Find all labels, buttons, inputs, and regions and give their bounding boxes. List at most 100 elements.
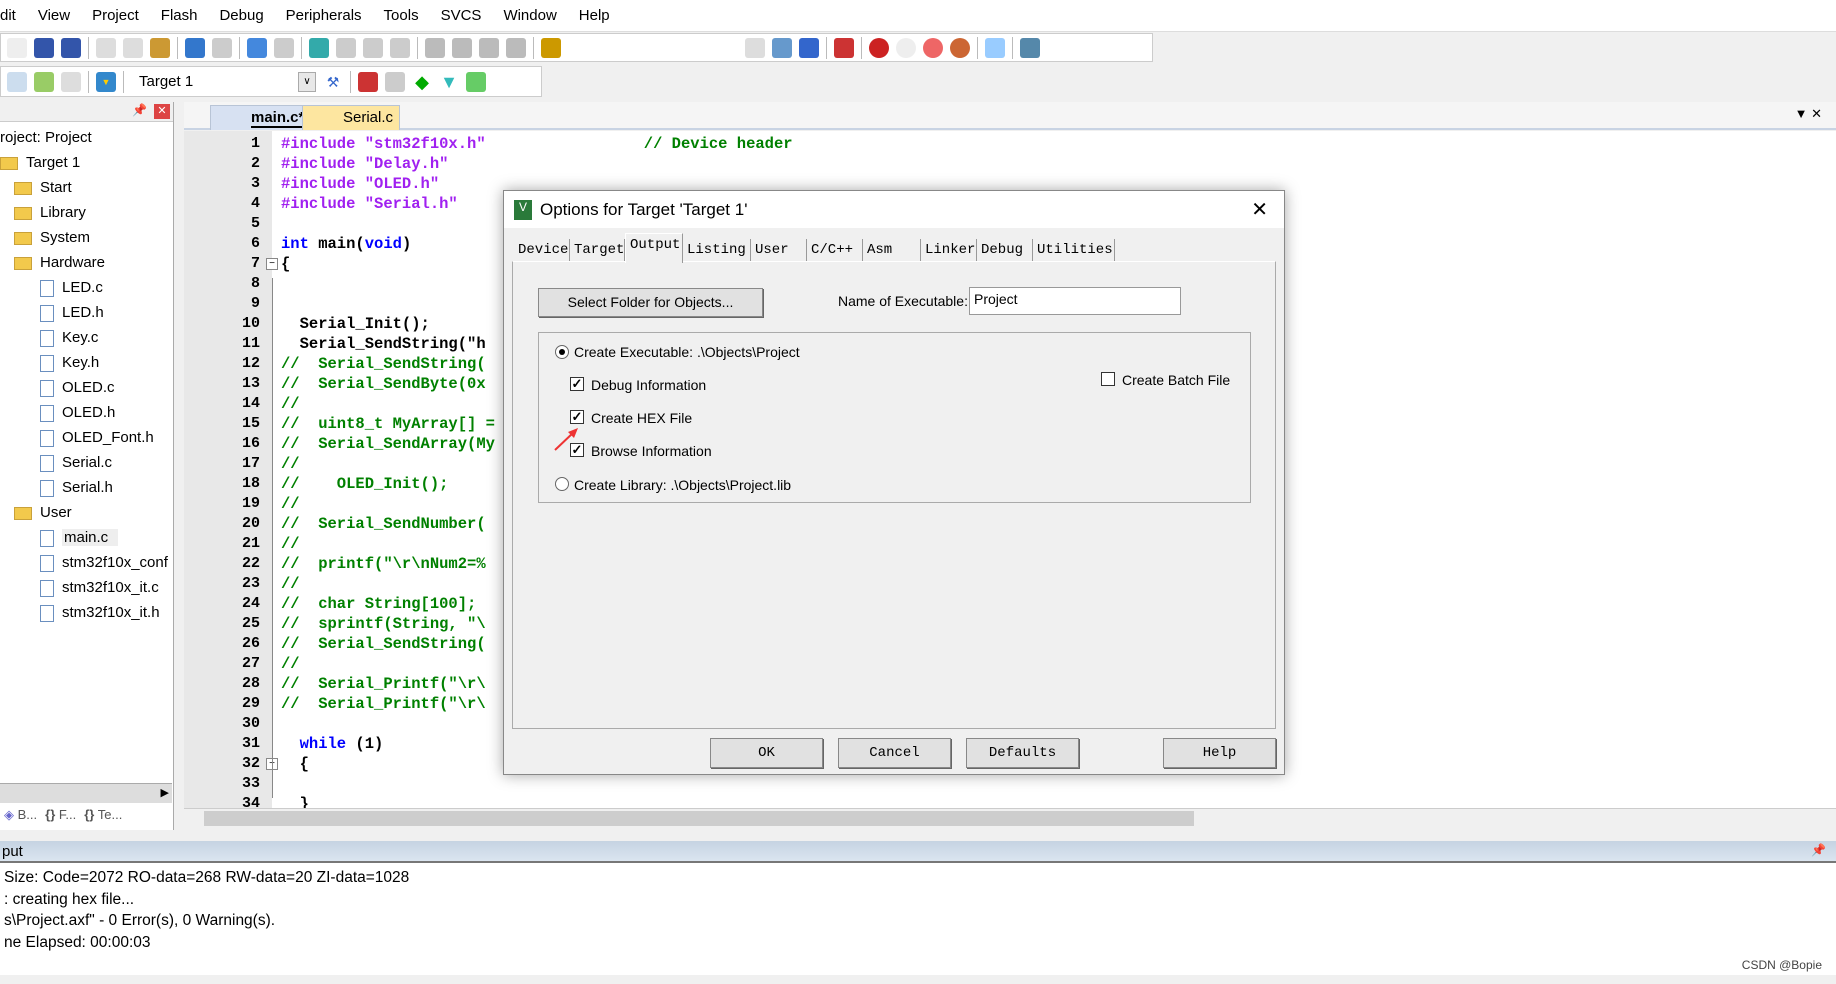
disable-breakpoint-icon[interactable] [896, 37, 916, 58]
menu-debug[interactable]: Debug [208, 7, 274, 24]
unindent-icon[interactable] [452, 37, 472, 58]
target-select[interactable]: Target 1 ∨ [131, 70, 316, 94]
breakpoint-icon[interactable] [869, 37, 889, 58]
dialog-tab-device[interactable]: Device [514, 239, 570, 262]
tree-item[interactable]: OLED.c [40, 379, 115, 397]
create-hex-checkbox[interactable]: ✓ [570, 410, 584, 424]
menu-help[interactable]: Help [568, 7, 621, 24]
redo-icon[interactable] [212, 37, 232, 58]
menu-flash[interactable]: Flash [150, 7, 209, 24]
menu-window[interactable]: Window [492, 7, 567, 24]
select-folder-button[interactable]: Select Folder for Objects... [538, 288, 763, 317]
tab-list-dropdown-icon[interactable]: ▼ ✕ [1795, 106, 1822, 122]
dialog-tab-output[interactable]: Output [625, 233, 683, 263]
chevron-down-icon[interactable]: ∨ [298, 71, 316, 92]
new-file-icon[interactable] [7, 37, 27, 58]
functions-tab[interactable]: {} F... [45, 807, 76, 830]
tree-item[interactable]: Hardware [14, 254, 105, 271]
debug-information-checkbox[interactable]: ✓ [570, 377, 584, 391]
tree-item[interactable]: stm32f10x_it.c [40, 579, 159, 597]
dialog-tab-user[interactable]: User [751, 239, 807, 262]
pin-icon[interactable]: 📌 [1811, 843, 1826, 857]
name-executable-input[interactable]: Project [969, 287, 1181, 315]
tree-item[interactable]: OLED.h [40, 404, 115, 422]
dialog-tab-asm[interactable]: Asm [863, 239, 921, 262]
undo-icon[interactable] [185, 37, 205, 58]
tree-item[interactable]: System [14, 229, 90, 246]
books-tab[interactable]: ◈ B... [4, 807, 37, 830]
software-packs-icon[interactable] [466, 71, 486, 92]
tab-serial-c[interactable]: Serial.c [302, 105, 400, 130]
window-layout-icon[interactable] [985, 37, 1005, 58]
menu-svcs[interactable]: SVCS [430, 7, 493, 24]
tree-item[interactable]: LED.c [40, 279, 103, 297]
build-icon[interactable] [34, 71, 54, 92]
find-select-icon[interactable] [745, 37, 765, 58]
rte-icon[interactable]: ▼ [439, 72, 459, 92]
load-icon[interactable]: ▼ [96, 71, 116, 92]
options-wand-icon[interactable]: ⚒ [323, 72, 343, 92]
configure-icon[interactable] [1020, 37, 1040, 58]
dialog-close-button[interactable]: ✕ [1251, 197, 1268, 222]
dialog-tab-cc[interactable]: C/C++ [807, 239, 863, 262]
tree-item[interactable]: Start [14, 179, 72, 196]
paste-icon[interactable] [150, 37, 170, 58]
menu-peripherals[interactable]: Peripherals [275, 7, 373, 24]
next-bookmark-icon[interactable] [363, 37, 383, 58]
tree-item[interactable]: Serial.h [40, 479, 113, 497]
tree-item[interactable]: Target 1 [0, 154, 80, 171]
ok-button[interactable]: OK [710, 738, 823, 768]
tree-item[interactable]: Serial.c [40, 454, 112, 472]
menu-project[interactable]: Project [81, 7, 150, 24]
tree-item[interactable]: stm32f10x_it.h [40, 604, 160, 622]
uncomment-icon[interactable] [506, 37, 526, 58]
debug-session-icon[interactable] [834, 37, 854, 58]
tree-item[interactable]: stm32f10x_conf [40, 554, 168, 572]
cancel-button[interactable]: Cancel [838, 738, 951, 768]
create-executable-radio[interactable] [555, 345, 569, 359]
tree-item[interactable]: LED.h [40, 304, 104, 322]
templates-tab[interactable]: {} Te... [84, 807, 122, 830]
menu-tools[interactable]: Tools [373, 7, 430, 24]
help-button[interactable]: Help [1163, 738, 1276, 768]
defaults-button[interactable]: Defaults [966, 738, 1079, 768]
dialog-tab-debug[interactable]: Debug [977, 239, 1033, 262]
create-library-radio[interactable] [555, 477, 569, 491]
incremental-find-icon[interactable] [772, 37, 792, 58]
tree-horizontal-scrollbar[interactable]: ▶ [0, 783, 172, 803]
menu-view[interactable]: View [27, 7, 81, 24]
scrollbar-thumb[interactable] [204, 811, 1194, 826]
nav-forward-icon[interactable] [274, 37, 294, 58]
tab-main-c[interactable]: main.c* [210, 105, 312, 130]
select-packs-icon[interactable] [385, 71, 405, 92]
batch-build-icon[interactable] [61, 71, 81, 92]
clear-bookmarks-icon[interactable] [390, 37, 410, 58]
close-icon[interactable]: ✕ [154, 104, 170, 119]
tree-item[interactable]: roject: Project [0, 129, 92, 146]
editor-horizontal-scrollbar[interactable] [184, 808, 1836, 828]
menu-dit[interactable]: dit [0, 7, 27, 24]
dialog-tab-utilities[interactable]: Utilities [1033, 239, 1115, 262]
disable-all-breakpoints-icon[interactable] [923, 37, 943, 58]
tree-item[interactable]: User [14, 504, 72, 521]
save-all-icon[interactable] [61, 37, 81, 58]
tree-item[interactable]: Key.h [40, 354, 99, 372]
dialog-tab-listing[interactable]: Listing [683, 239, 751, 262]
create-batch-file-checkbox[interactable] [1101, 372, 1115, 386]
bookmark-icon[interactable] [309, 37, 329, 58]
dialog-tab-target[interactable]: Target [570, 239, 625, 262]
find-replace-icon[interactable] [799, 37, 819, 58]
pin-icon[interactable]: 📌 [132, 103, 147, 117]
manage-components-icon[interactable] [358, 71, 378, 92]
comment-icon[interactable] [479, 37, 499, 58]
tree-item[interactable]: Library [14, 204, 86, 221]
nav-back-icon[interactable] [247, 37, 267, 58]
kill-breakpoints-icon[interactable] [950, 37, 970, 58]
find-in-files-icon[interactable] [541, 37, 561, 58]
tree-item[interactable]: OLED_Font.h [40, 429, 154, 447]
prev-bookmark-icon[interactable] [336, 37, 356, 58]
save-icon[interactable] [34, 37, 54, 58]
pack-installer-icon[interactable]: ◆ [412, 72, 432, 92]
dialog-tab-linker[interactable]: Linker [921, 239, 977, 262]
tree-item[interactable]: Key.c [40, 329, 98, 347]
